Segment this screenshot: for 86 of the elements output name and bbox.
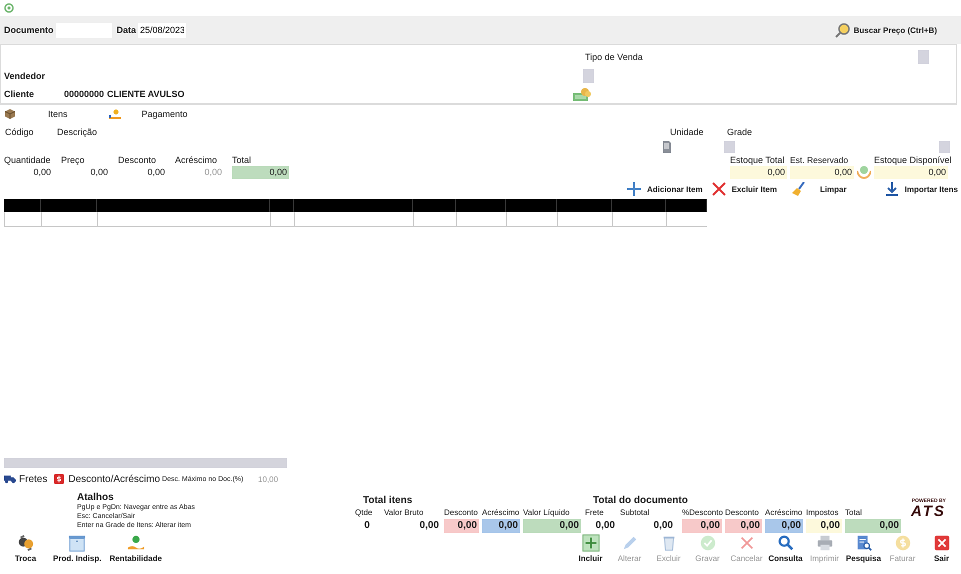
exchange-icon[interactable] (16, 534, 34, 552)
field-value: 0,00 (652, 519, 674, 533)
document-search-icon[interactable] (854, 534, 872, 552)
document-icon[interactable] (662, 140, 672, 152)
toolbar-button[interactable]: Pesquisa (844, 534, 883, 563)
input-field[interactable]: 0,00 (725, 519, 762, 533)
plus-icon[interactable] (627, 182, 641, 196)
field-label: Descrição (57, 126, 98, 136)
field-label: Total (845, 507, 863, 519)
field-value: 0 (363, 519, 371, 533)
close-icon[interactable] (712, 182, 726, 196)
toolbar-button[interactable]: Rentabilidade (109, 534, 162, 563)
field-label: %Desconto (682, 507, 722, 519)
add-icon[interactable] (582, 534, 600, 552)
toolbar-button[interactable]: Sair (922, 534, 961, 563)
field-label: Cliente (4, 88, 36, 98)
field-label: Código (5, 126, 35, 136)
box-icon[interactable] (5, 109, 15, 119)
field-label: Tipo de Venda (585, 52, 644, 62)
toolbar-button[interactable]: Adicionar Item (627, 182, 703, 196)
field-label: Frete (585, 507, 605, 519)
items-table[interactable] (4, 199, 707, 227)
input-field[interactable]: 0,00 (874, 166, 948, 179)
field-label: Vendedor (4, 71, 46, 81)
input-field[interactable]: 0,00 (232, 166, 289, 179)
download-icon[interactable] (884, 182, 899, 196)
input-field[interactable]: 0,00 (482, 519, 520, 533)
close-icon[interactable] (932, 534, 950, 552)
field-label: Desconto (444, 507, 479, 519)
field-label: Documento (4, 25, 54, 35)
input-field[interactable]: 0,00 (682, 519, 722, 533)
field-label: Valor Líquido (523, 507, 571, 519)
price-search-button[interactable]: Buscar Preço (Ctrl+B) (834, 22, 937, 38)
field-label: Grade (727, 126, 752, 136)
dollar-tag-icon[interactable] (53, 474, 66, 484)
toolbar-button[interactable]: Limpar (792, 182, 847, 196)
field-value: 10,00 (258, 474, 278, 484)
field-label: Preço (61, 155, 86, 166)
field-label: Desconto (118, 155, 158, 166)
field-value: 0,00 (418, 519, 440, 533)
field-label: Impostos (806, 507, 840, 519)
field-value: 0,00 (594, 519, 616, 533)
truck-icon[interactable] (4, 474, 16, 484)
input-field[interactable]: 0,00 (444, 519, 479, 533)
input-field[interactable]: 0,00 (845, 519, 901, 533)
section-title: Atalhos (77, 492, 115, 503)
field-label: Desconto (725, 507, 760, 519)
toolbar-button[interactable]: Importar Itens (884, 182, 958, 196)
field-label: Est. Reservado (790, 155, 850, 166)
field-label: Valor Bruto (384, 507, 424, 519)
broom-icon[interactable] (792, 182, 806, 196)
toolbar-button[interactable]: Prod. Indisp. (53, 534, 102, 563)
field-label: Acréscimo (765, 507, 803, 519)
field-label: Quantidade (4, 155, 52, 166)
field-label: Subtotal (620, 507, 650, 519)
field-label: Acréscimo (482, 507, 520, 519)
input-field[interactable]: 0,00 (806, 519, 842, 533)
input-field[interactable]: 0,00 (730, 166, 787, 179)
field-label: Data (116, 25, 136, 35)
money-icon[interactable] (573, 86, 591, 100)
input-field[interactable]: 0,00 (55, 166, 110, 179)
customer-name: CLIENTE AVULSO (107, 88, 186, 98)
field-label: Estoque Total (730, 155, 786, 166)
field-label: Qtde (355, 507, 374, 519)
tab[interactable]: Pagamento (142, 109, 188, 119)
toolbar-button[interactable]: Incluir (571, 534, 610, 563)
link-button[interactable]: Desconto/Acréscimo (53, 474, 160, 484)
field-label: Total (232, 155, 252, 166)
toolbar-button[interactable]: Troca (6, 534, 45, 563)
input-field[interactable]: 0,00 (112, 166, 167, 179)
section-title: Total do documento (592, 495, 689, 506)
input-field[interactable]: 0,00 (765, 519, 803, 533)
tab[interactable]: Itens (48, 109, 68, 119)
input-field[interactable]: 0,00 (523, 519, 581, 533)
input-field[interactable]: 0,00 (0, 166, 53, 179)
field-label: Acréscimo (175, 155, 218, 166)
toolbar-button[interactable]: Consulta (766, 534, 805, 563)
section-title: Total itens (362, 495, 414, 506)
scrollbar[interactable] (4, 458, 287, 468)
customer-code: 00000000 (64, 88, 106, 98)
field-label: Unidade (670, 126, 705, 136)
input-field[interactable]: 0,00 (790, 166, 854, 179)
link-button[interactable]: Fretes (4, 474, 48, 484)
toolbar-button[interactable]: Excluir Item (712, 182, 777, 196)
search-icon[interactable] (776, 534, 794, 552)
magnifier-icon[interactable] (834, 22, 851, 38)
